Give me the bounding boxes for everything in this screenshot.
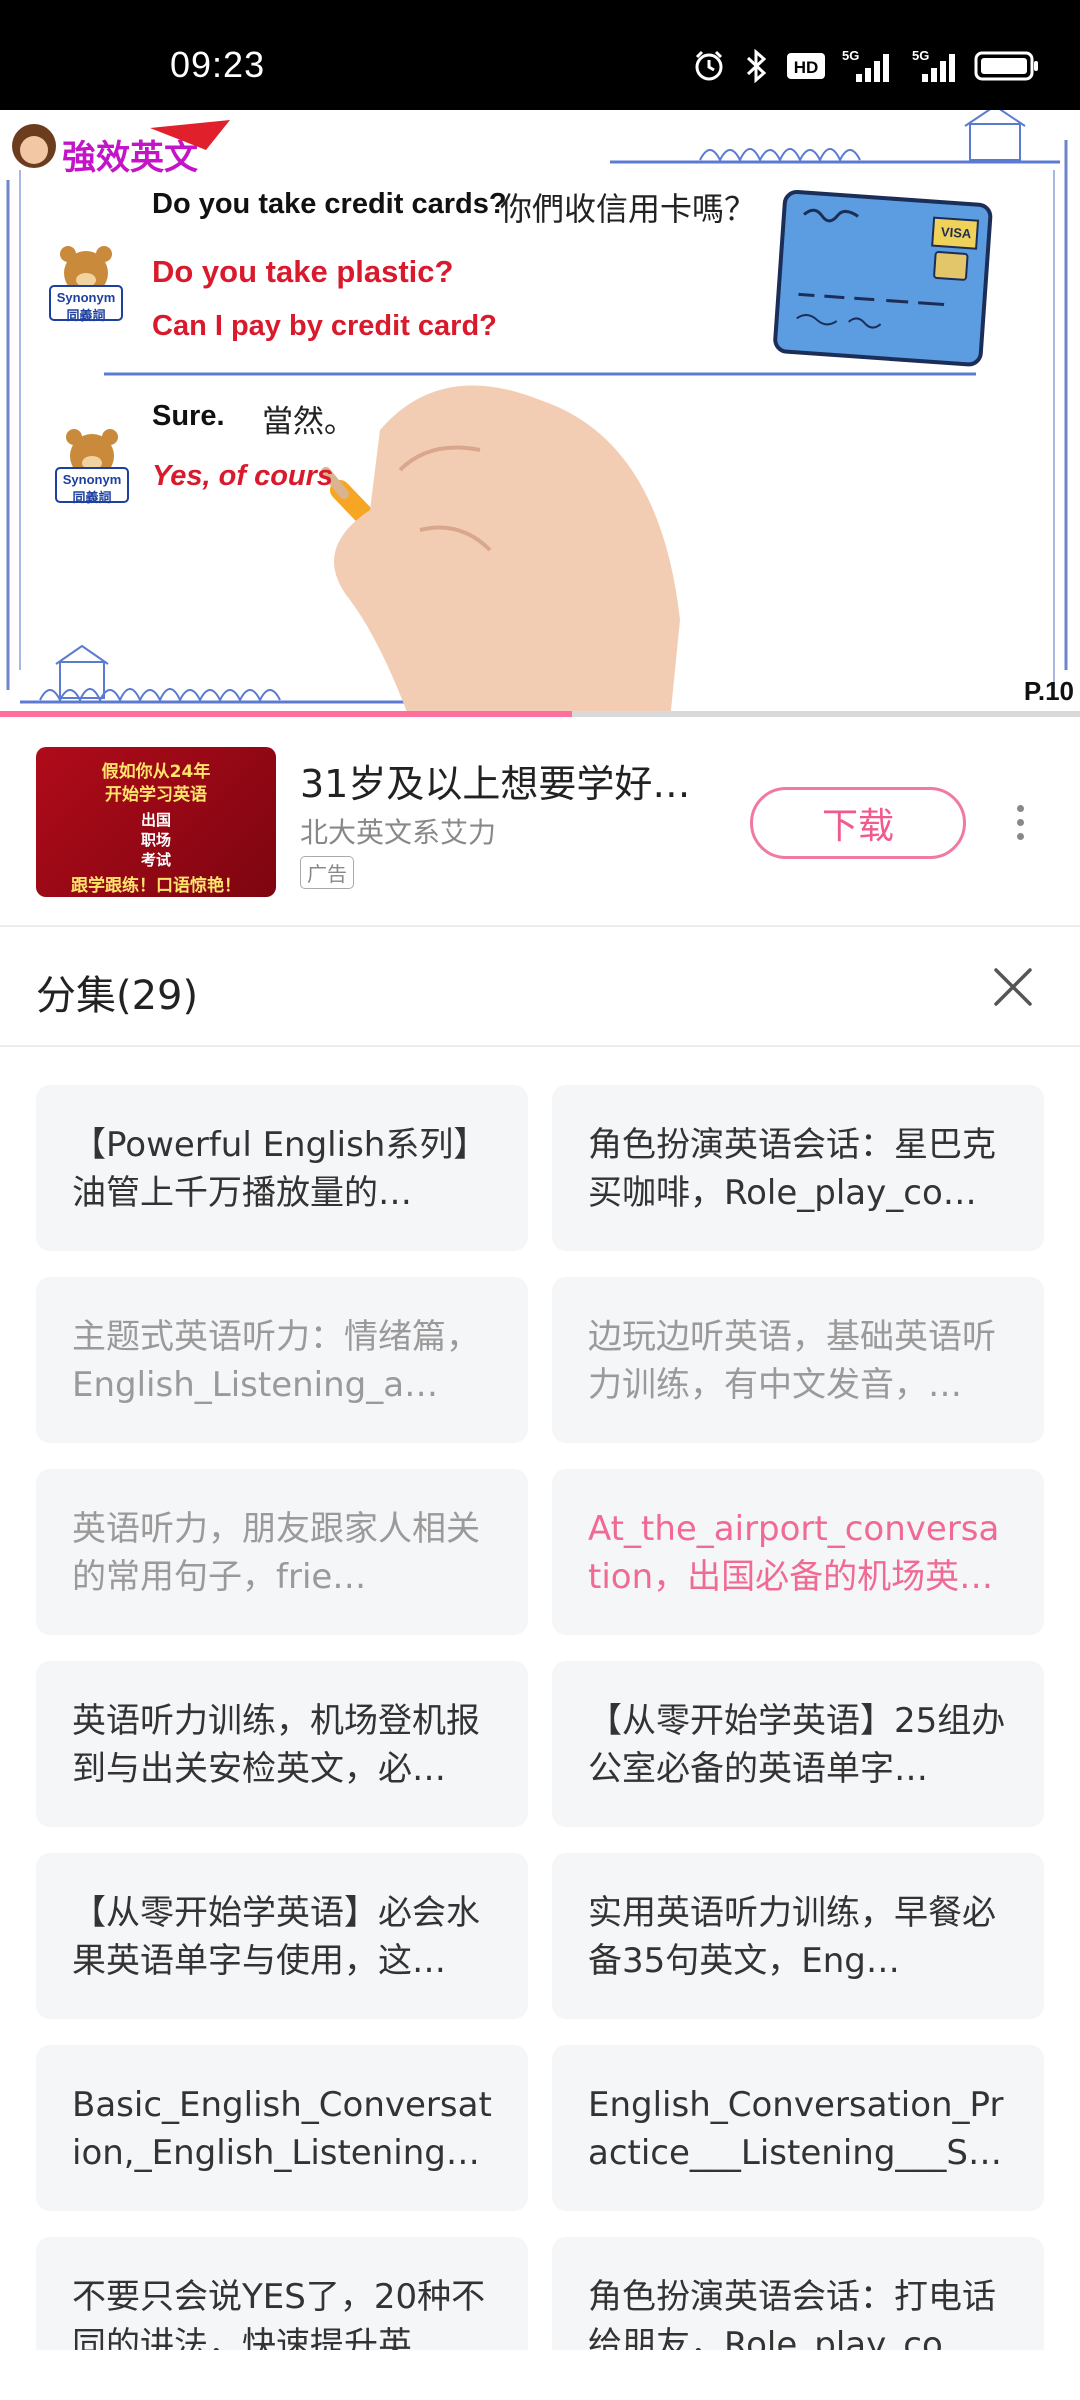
episode-title: 英语听力，朋友跟家人相关的常用句子，frie… [72, 1509, 480, 1597]
page-label: P.10 [1023, 676, 1074, 706]
synonym-badge-en: Synonym [62, 472, 122, 487]
episode-card[interactable]: Basic_English_Conversation,_English_List… [36, 2045, 528, 2211]
episode-title: At_the_airport_conversation，出国必备的机场英… [588, 1509, 1000, 1597]
episode-card[interactable]: At_the_airport_conversation，出国必备的机场英… [552, 1469, 1044, 1635]
ad-author: 北大英文系艾力 [300, 816, 497, 849]
hd-label: HD [794, 58, 819, 77]
net-label: 5G [842, 48, 859, 63]
ad-thumbnail-text: 出国 [140, 811, 171, 829]
episode-card[interactable]: 角色扮演英语会话：打电话给朋友，Role_play_co… [552, 2237, 1044, 2350]
ad-badge: 广告 [300, 856, 354, 889]
episode-title: Basic_English_Conversation,_English_List… [72, 2085, 492, 2173]
synonym-badge-2: Synonym 同義詞 [54, 472, 130, 506]
synonym-line-1: Do you take plastic? [152, 254, 454, 289]
brand-logo: 強效英文 [62, 138, 198, 178]
signal-5g-icon: 5G [842, 48, 892, 84]
answer-cn: 當然。 [262, 404, 355, 440]
episode-card[interactable]: 【Powerful English系列】油管上千万播放量的… [36, 1085, 528, 1251]
episode-title: 【从零开始学英语】必会水果英语单字与使用，这… [72, 1893, 480, 1981]
question-en: Do you take credit cards? [152, 188, 507, 220]
episode-title: English_Conversation_Practice___Listenin… [588, 2085, 1004, 2173]
ad-thumbnail-text: 假如你从24年 [101, 762, 211, 782]
episode-card[interactable]: 英语听力，朋友跟家人相关的常用句子，frie… [36, 1469, 528, 1635]
status-bar: 09:23 HD 5G 5G [0, 0, 1080, 110]
episode-card[interactable]: 英语听力训练，机场登机报到与出关安检英文，必… [36, 1661, 528, 1827]
episode-title: 实用英语听力训练，早餐必备35句英文，Eng… [588, 1893, 996, 1981]
ad-thumbnail-text: 考试 [140, 851, 171, 869]
ad-thumbnail-text: 开始学习英语 [105, 785, 207, 805]
episode-card[interactable]: 实用英语听力训练，早餐必备35句英文，Eng… [552, 1853, 1044, 2019]
episode-card[interactable]: English_Conversation_Practice___Listenin… [552, 2045, 1044, 2211]
episode-title: 【Powerful English系列】油管上千万播放量的… [72, 1125, 488, 1213]
answer-synonym: Yes, of cours [152, 460, 334, 492]
synonym-badge-cn: 同義詞 [66, 308, 106, 323]
video-player[interactable]: VISA 強效英文 Do you take credit cards? 你們收信… [0, 110, 1080, 717]
episode-card[interactable]: 【从零开始学英语】25组办公室必备的英语单字… [552, 1661, 1044, 1827]
episode-grid: 【Powerful English系列】油管上千万播放量的… 角色扮演英语会话：星… [36, 1085, 1044, 2350]
episode-card[interactable]: 【从零开始学英语】必会水果英语单字与使用，这… [36, 1853, 528, 2019]
battery-icon [974, 50, 1040, 82]
ad-title[interactable]: 31岁及以上想要学好… [300, 753, 690, 808]
hd-voice-icon: HD [786, 51, 826, 81]
episodes-title: 分集(29) [36, 973, 199, 1019]
episodes-header: 分集(29) [0, 927, 1080, 1047]
episode-title: 角色扮演英语会话：打电话给朋友，Role_play_co… [588, 2277, 996, 2350]
signal-5g-icon: 5G [908, 48, 958, 84]
episode-title: 主题式英语听力：情绪篇，English_Listening_a… [72, 1317, 480, 1405]
bluetooth-icon [742, 49, 770, 83]
synonym-badge-1: Synonym 同義詞 [48, 290, 124, 324]
ad-thumbnail[interactable]: 假如你从24年 开始学习英语 出国职场考试跟学跟练！口语惊艳！ [36, 747, 276, 897]
synonym-badge-cn: 同義詞 [72, 490, 112, 505]
episode-card[interactable]: 不要只会说YES了，20种不同的讲法，快速提升英… [36, 2237, 528, 2350]
ad-thumbnail-text: 跟学跟练！口语惊艳！ [71, 876, 241, 896]
episode-title: 【从零开始学英语】25组办公室必备的英语单字… [588, 1701, 1006, 1789]
status-icons: HD 5G 5G [692, 48, 1040, 84]
status-time: 09:23 [170, 44, 266, 85]
ad-thumbnail-text: 职场 [140, 831, 171, 849]
net-label: 5G [912, 48, 929, 63]
more-options-icon[interactable] [1000, 797, 1040, 847]
answer-en: Sure. [152, 400, 225, 432]
episode-title: 边玩边听英语，基础英语听力训练，有中文发音，… [588, 1317, 996, 1405]
ad-banner[interactable]: 假如你从24年 开始学习英语 出国职场考试跟学跟练！口语惊艳！ 31岁及以上想要学好… [0, 717, 1080, 927]
episode-card[interactable]: 主题式英语听力：情绪篇，English_Listening_a… [36, 1277, 528, 1443]
alarm-icon [692, 49, 726, 83]
episode-title: 不要只会说YES了，20种不同的讲法，快速提升英… [72, 2277, 486, 2350]
download-button[interactable]: 下载 [750, 787, 966, 859]
episode-card[interactable]: 边玩边听英语，基础英语听力训练，有中文发音，… [552, 1277, 1044, 1443]
close-icon[interactable] [990, 964, 1036, 1010]
synonym-badge-en: Synonym [56, 290, 116, 305]
episode-card[interactable]: 角色扮演英语会话：星巴克买咖啡，Role_play_co… [552, 1085, 1044, 1251]
episode-title: 英语听力训练，机场登机报到与出关安检英文，必… [72, 1701, 480, 1789]
card-brand-text: VISA [940, 224, 972, 241]
episode-title: 角色扮演英语会话：星巴克买咖啡，Role_play_co… [588, 1125, 996, 1213]
synonym-line-2: Can I pay by credit card? [152, 310, 497, 342]
question-cn: 你們收信用卡嗎？ [500, 190, 757, 228]
